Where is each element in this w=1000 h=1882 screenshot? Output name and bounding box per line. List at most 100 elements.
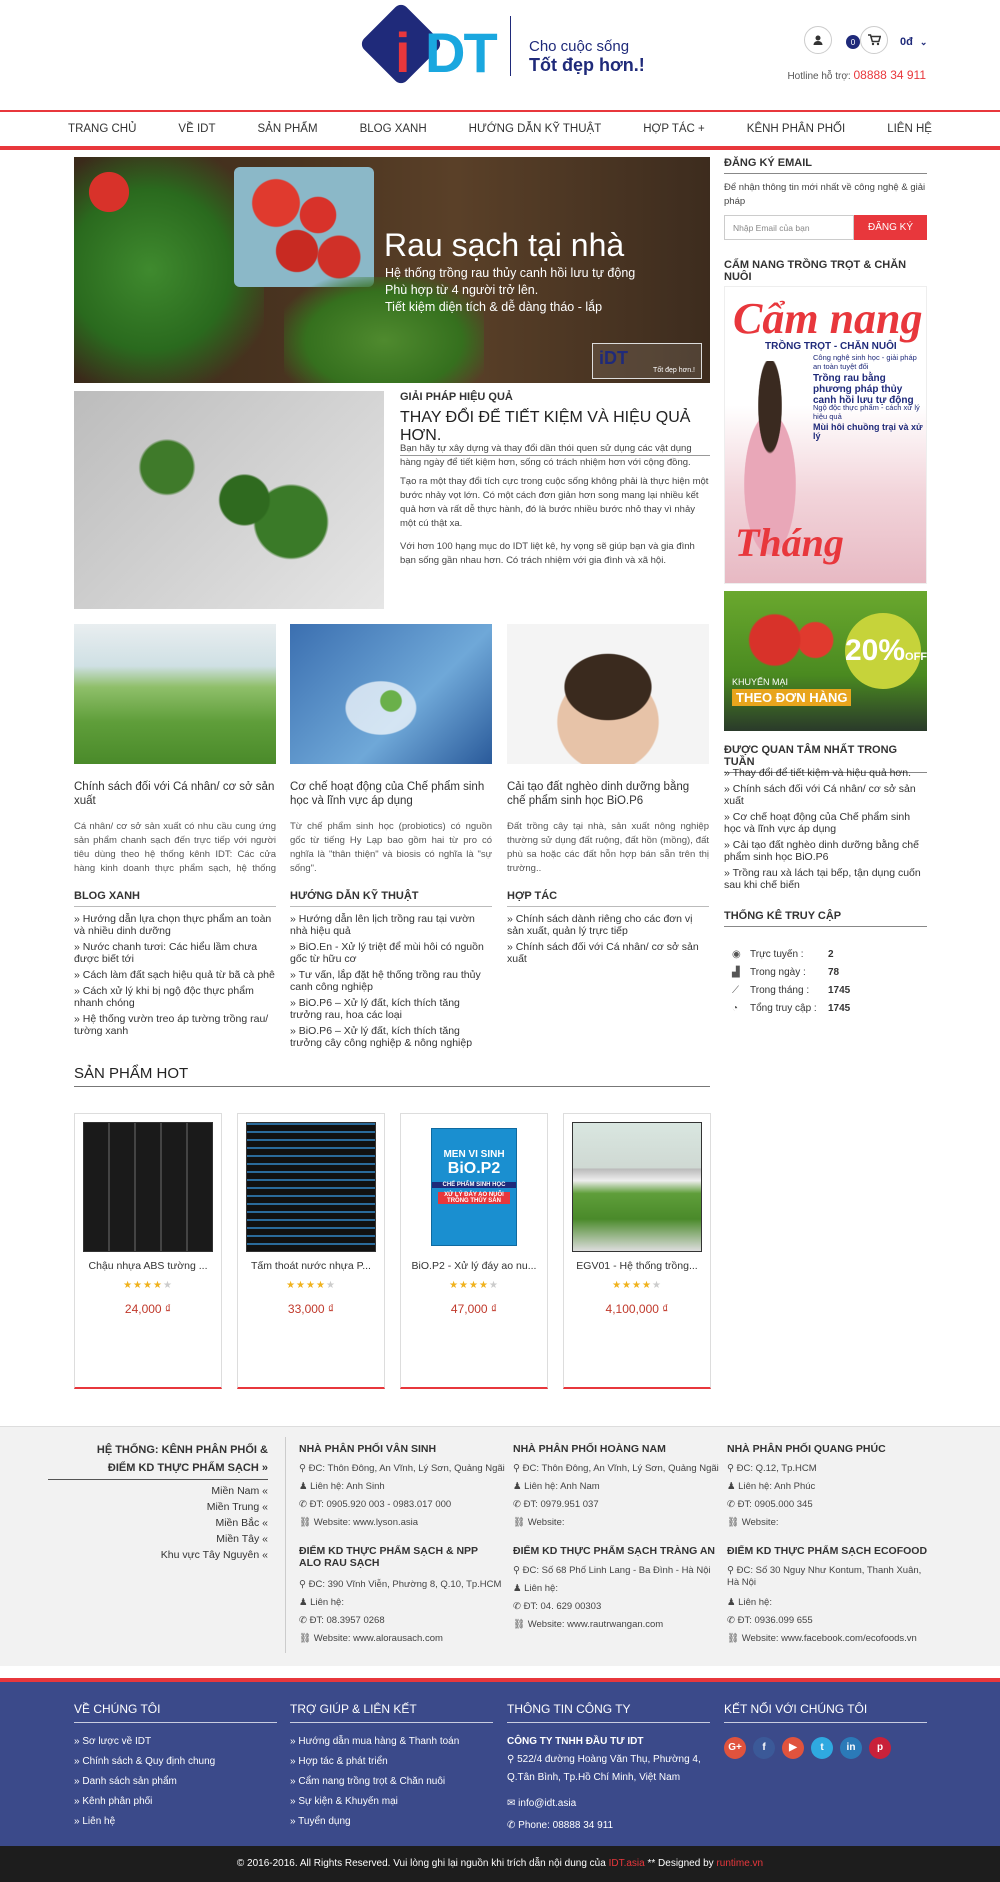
product-rating: ★★★★★ bbox=[401, 1280, 547, 1291]
card-image-soil[interactable] bbox=[507, 624, 709, 764]
distributor-line: ĐT: 08.3957 0268 bbox=[309, 1615, 385, 1626]
card-title-3[interactable]: Cải tạo đất nghèo dinh dưỡng bằng chế ph… bbox=[507, 780, 709, 808]
card-title-2[interactable]: Cơ chế hoạt động của Chế phẩm sinh học v… bbox=[290, 780, 492, 808]
product-card-1[interactable]: Chậu nhựa ABS tường ... ★★★★★ 24,000 ₫ bbox=[74, 1113, 222, 1389]
region-north[interactable]: Miền Bắc « bbox=[68, 1517, 268, 1529]
youtube-icon[interactable]: ▶ bbox=[782, 1737, 804, 1759]
handbook-line-3: Ngộ độc thực phẩm - cách xử lý hiệu quả bbox=[813, 403, 920, 421]
list-item[interactable]: » Hệ thống vườn treo áp tường trồng rau/… bbox=[74, 1013, 276, 1037]
distributor-phone: ✆ ĐT: 04. 629 00303 bbox=[513, 1601, 723, 1613]
handbook-banner[interactable]: Cẩm nang TRỒNG TRỌT - CHĂN NUÔI Công ngh… bbox=[724, 286, 927, 584]
list-item[interactable]: » Nước chanh tươi: Các hiểu lầm chưa đượ… bbox=[74, 941, 276, 965]
footer-link[interactable]: » Sơ lược về IDT bbox=[74, 1736, 151, 1747]
site-link[interactable]: IDT.asia bbox=[609, 1858, 645, 1869]
guides-list-heading[interactable]: HƯỚNG DẪN KỸ THUẬT bbox=[290, 890, 492, 907]
list-item[interactable]: » BiO.P6 – Xử lý đất, kích thích tăng tr… bbox=[290, 997, 492, 1021]
stat-value: 1745 bbox=[828, 985, 851, 996]
company-phone[interactable]: ✆ Phone: 08888 34 911 bbox=[507, 1820, 613, 1831]
product-name[interactable]: BiO.P2 - Xử lý đáy ao nu... bbox=[407, 1260, 541, 1272]
pinterest-icon[interactable]: p bbox=[869, 1737, 891, 1759]
product-name[interactable]: Chậu nhựa ABS tường ... bbox=[81, 1260, 215, 1272]
list-item[interactable]: » BiO.P6 – Xử lý đất, kích thích tăng tr… bbox=[290, 1025, 492, 1049]
card-title-1[interactable]: Chính sách đối với Cá nhân/ cơ sở sản xu… bbox=[74, 780, 276, 808]
list-item[interactable]: » Trồng rau xà lách tại bếp, tận dụng cu… bbox=[724, 867, 927, 891]
footer-link[interactable]: » Cẩm nang trồng trọt & Chăn nuôi bbox=[290, 1776, 445, 1787]
list-item[interactable]: » Hướng dẫn lên lịch trồng rau tại vườn … bbox=[290, 913, 492, 937]
footer-link[interactable]: » Danh sách sản phẩm bbox=[74, 1776, 177, 1787]
list-item[interactable]: » Cơ chế hoạt động của Chế phẩm sinh học… bbox=[724, 811, 927, 835]
nav-item-home[interactable]: TRANG CHỦ bbox=[47, 123, 157, 135]
distributor-heading[interactable]: HỆ THỐNG: KÊNH PHÂN PHỐI & ĐIỂM KD THỰC … bbox=[48, 1441, 268, 1480]
footer-link[interactable]: » Sự kiện & Khuyến mại bbox=[290, 1796, 398, 1807]
designer-link[interactable]: runtime.vn bbox=[716, 1858, 763, 1869]
footer-link[interactable]: » Tuyển dụng bbox=[290, 1816, 351, 1827]
company-email[interactable]: ✉ info@idt.asia bbox=[507, 1798, 576, 1809]
partnership-list-heading[interactable]: HỢP TÁC bbox=[507, 890, 709, 907]
footer-link[interactable]: » Hợp tác & phát triển bbox=[290, 1756, 388, 1767]
product-image-bio[interactable]: MEN VI SINH BiO.P2 CHẾ PHẨM SINH HỌC XỬ … bbox=[409, 1122, 539, 1252]
site-logo[interactable]: i DT bbox=[358, 1, 498, 92]
nav-item-about[interactable]: VỀ IDT bbox=[157, 123, 236, 135]
user-account-button[interactable] bbox=[804, 26, 832, 54]
list-item[interactable]: » Cách làm đất sạch hiệu quả từ bã cà ph… bbox=[74, 969, 276, 981]
footer-link[interactable]: » Liên hệ bbox=[74, 1816, 115, 1827]
banner-line-1: Hệ thống trồng rau thủy canh hồi lưu tự … bbox=[385, 266, 636, 280]
list-item[interactable]: » Tư vấn, lắp đặt hệ thống trồng rau thủ… bbox=[290, 969, 492, 993]
list-item[interactable]: » Cải tạo đất nghèo dinh dưỡng bằng chế … bbox=[724, 839, 927, 863]
region-highlands[interactable]: Khu vực Tây Nguyên « bbox=[68, 1549, 268, 1561]
promo-banner[interactable]: 20%OFF KHUYẾN MẠI THEO ĐƠN HÀNG bbox=[724, 591, 927, 731]
footer-link[interactable]: » Kênh phân phối bbox=[74, 1796, 152, 1807]
product-card-2[interactable]: Tấm thoát nước nhựa P... ★★★★★ 33,000 ₫ bbox=[237, 1113, 385, 1389]
list-item[interactable]: » Thay đổi để tiết kiệm và hiệu quả hơn. bbox=[724, 767, 927, 779]
footer-link[interactable]: » Chính sách & Quy định chung bbox=[74, 1756, 215, 1767]
region-central[interactable]: Miền Trung « bbox=[68, 1501, 268, 1513]
list-item[interactable]: » Cách xử lý khi bị ngộ độc thực phẩm nh… bbox=[74, 985, 276, 1009]
card-image-lab[interactable] bbox=[290, 624, 492, 764]
region-west[interactable]: Miền Tây « bbox=[68, 1533, 268, 1545]
distributor-website[interactable]: ⛓ Website: bbox=[727, 1517, 937, 1529]
footer-link[interactable]: » Hướng dẫn mua hàng & Thanh toán bbox=[290, 1736, 459, 1747]
blog-list-heading[interactable]: BLOG XANH bbox=[74, 890, 276, 907]
google-plus-icon[interactable]: G+ bbox=[724, 1737, 746, 1759]
hero-banner[interactable]: Rau sạch tại nhà Hệ thống trồng rau thủy… bbox=[74, 157, 710, 383]
distributor-website[interactable]: ⛓ Website: bbox=[513, 1517, 723, 1529]
product-image-drainage[interactable] bbox=[246, 1122, 376, 1252]
list-item[interactable]: » Chính sách đối với Cá nhân/ cơ sở sản … bbox=[507, 941, 709, 965]
facebook-icon[interactable]: f bbox=[753, 1737, 775, 1759]
product-name[interactable]: Tấm thoát nước nhựa P... bbox=[244, 1260, 378, 1272]
product-name[interactable]: EGV01 - Hệ thống trồng... bbox=[570, 1260, 704, 1272]
product-price: 24,000 ₫ bbox=[124, 1302, 172, 1316]
nav-item-contact[interactable]: LIÊN HỆ bbox=[866, 123, 953, 135]
nav-item-blog[interactable]: BLOG XANH bbox=[339, 123, 448, 135]
email-input[interactable]: Nhập Email của bạn bbox=[724, 215, 854, 240]
distributor-address: ⚲ ĐC: Số 30 Nguy Như Kontum, Thanh Xuân,… bbox=[727, 1565, 927, 1589]
list-item[interactable]: » Chính sách đối với Cá nhân/ cơ sở sản … bbox=[724, 783, 927, 807]
cart-total-dropdown[interactable]: 0đ ⌄ bbox=[900, 36, 927, 48]
map-marker-icon: ⚲ bbox=[299, 1579, 306, 1590]
product-image-hydroponic[interactable] bbox=[572, 1122, 702, 1252]
product-image-pots[interactable] bbox=[83, 1122, 213, 1252]
linkedin-icon[interactable]: in bbox=[840, 1737, 862, 1759]
guides-list: » Hướng dẫn lên lịch trồng rau tại vườn … bbox=[290, 913, 492, 1053]
stat-label: Trực tuyến : bbox=[750, 949, 804, 960]
list-item[interactable]: » Hướng dẫn lựa chọn thực phẩm an toàn v… bbox=[74, 913, 276, 937]
distributor-website[interactable]: ⛓ Website: www.rautrwangan.com bbox=[513, 1619, 723, 1631]
product-card-3[interactable]: MEN VI SINH BiO.P2 CHẾ PHẨM SINH HỌC XỬ … bbox=[400, 1113, 548, 1389]
card-image-greenhouse[interactable] bbox=[74, 624, 276, 764]
product-card-4[interactable]: EGV01 - Hệ thống trồng... ★★★★★ 4,100,00… bbox=[563, 1113, 711, 1389]
hotline-number[interactable]: 08888 34 911 bbox=[853, 68, 926, 82]
distributor-website[interactable]: ⛓ Website: www.alorausach.com bbox=[299, 1633, 509, 1645]
nav-item-guides[interactable]: HƯỚNG DẪN KỸ THUẬT bbox=[448, 123, 623, 135]
cart-button[interactable] bbox=[860, 26, 888, 54]
distributor-website[interactable]: ⛓ Website: www.facebook.com/ecofoods.vn bbox=[727, 1633, 937, 1645]
region-south[interactable]: Miền Nam « bbox=[68, 1485, 268, 1497]
nav-item-distribution[interactable]: KÊNH PHÂN PHỐI bbox=[726, 123, 866, 135]
twitter-icon[interactable]: t bbox=[811, 1737, 833, 1759]
distributor-website[interactable]: ⛓ Website: www.lyson.asia bbox=[299, 1517, 509, 1529]
list-item[interactable]: » BiO.En - Xử lý triệt để mùi hôi có ngu… bbox=[290, 941, 492, 965]
list-item[interactable]: » Chính sách dành riêng cho các đơn vị s… bbox=[507, 913, 709, 937]
email-signup-button[interactable]: ĐĂNG KÝ bbox=[854, 215, 927, 240]
nav-item-products[interactable]: SẢN PHẨM bbox=[236, 123, 338, 135]
nav-item-partnership[interactable]: HỢP TÁC + bbox=[622, 123, 726, 135]
product-rating: ★★★★★ bbox=[75, 1280, 221, 1291]
